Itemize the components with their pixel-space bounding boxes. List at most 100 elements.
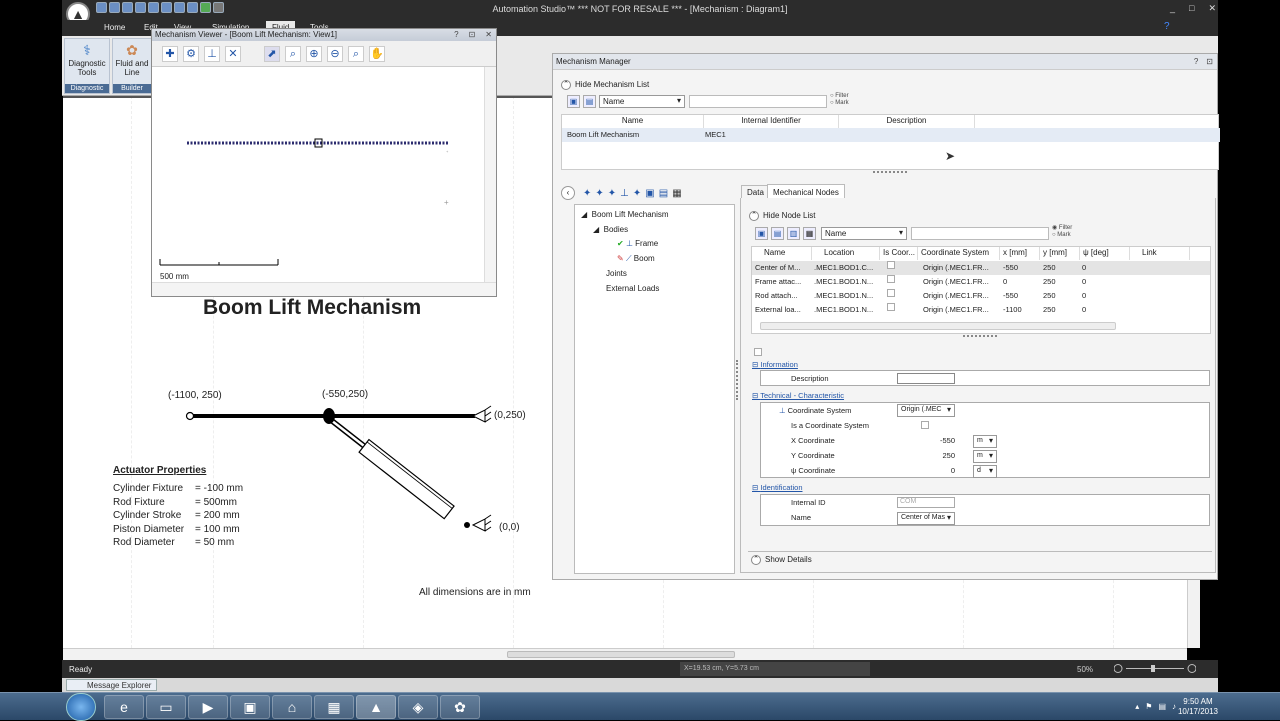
column-header[interactable]: ψ [deg] <box>1080 247 1130 260</box>
start-button[interactable] <box>66 693 96 721</box>
column-header[interactable]: Description <box>839 115 975 128</box>
copy-icon[interactable] <box>148 2 159 13</box>
copy-mechanism-icon[interactable]: ▤ <box>583 95 596 108</box>
is-coord-system-checkbox[interactable] <box>921 421 929 429</box>
table-row[interactable]: Boom Lift Mechanism MEC1 <box>562 128 1220 142</box>
tray-arrow-icon[interactable]: ▴ <box>1135 702 1139 711</box>
psi-unit-select[interactable]: d <box>973 465 997 478</box>
zoom-box-icon[interactable]: ⌕ <box>285 46 301 62</box>
internal-id-field[interactable]: COM <box>897 497 955 508</box>
mechanism-filter-input[interactable] <box>689 95 827 108</box>
splitter-grip[interactable] <box>963 335 997 337</box>
zoom-fit-icon[interactable]: ⌕ <box>348 46 364 62</box>
manager-pin-icon[interactable]: ⊡ <box>1206 57 1213 66</box>
taskbar-media-icon[interactable]: ▶ <box>188 695 228 719</box>
tree-item-bodies[interactable]: ◢ Bodies <box>593 225 628 234</box>
description-field[interactable] <box>897 373 955 384</box>
copy-node-icon[interactable]: ▣ <box>645 188 654 199</box>
add-node-list-icon[interactable]: ▣ <box>755 227 768 240</box>
x-coord-value[interactable]: -550 <box>901 433 955 448</box>
clock[interactable]: 9:50 AM 10/17/2013 <box>1178 697 1218 717</box>
tree-item-root[interactable]: ◢ Boom Lift Mechanism <box>581 210 669 219</box>
table-row[interactable]: Frame attac... .MEC1.BOD1.N... Origin (.… <box>752 275 1210 289</box>
zoom-out-icon[interactable]: ⊖ <box>327 46 343 62</box>
add-joint-icon[interactable]: ✦ <box>608 188 616 199</box>
psi-coord-value[interactable]: 0 <box>901 463 955 478</box>
splitter-grip[interactable] <box>873 171 907 174</box>
help-icon[interactable]: ? <box>1164 21 1170 32</box>
table-row[interactable]: Center of M... .MEC1.BOD1.C... Origin (.… <box>752 261 1210 275</box>
is-coord-checkbox[interactable] <box>887 303 895 311</box>
is-coord-checkbox[interactable] <box>887 275 895 283</box>
tray-network-icon[interactable]: ▤ <box>1158 702 1166 711</box>
add-load-icon[interactable]: ✦ <box>633 188 641 199</box>
node-filter-input[interactable] <box>911 227 1049 240</box>
manager-help-icon[interactable]: ? <box>1194 57 1198 66</box>
pan-hand-icon[interactable]: ✋ <box>369 46 385 62</box>
taskbar-photo-icon[interactable]: ▦ <box>314 695 354 719</box>
duplicate-node-icon[interactable]: ▥ <box>787 227 800 240</box>
zoom-in-icon[interactable]: ⊕ <box>306 46 322 62</box>
taskbar-automation-studio-icon[interactable]: ▲ <box>356 695 396 719</box>
new-icon[interactable] <box>96 2 107 13</box>
undo-icon[interactable] <box>174 2 185 13</box>
column-header[interactable]: Name <box>562 115 704 128</box>
mechanism-filter-select[interactable]: Name <box>599 95 685 108</box>
column-header[interactable]: Internal Identifier <box>704 115 839 128</box>
section-technical[interactable]: ⊟ Technical - Characteristic <box>752 391 844 400</box>
fit-icon[interactable]: ✕ <box>225 46 241 62</box>
add-body-icon[interactable]: ✦ <box>595 188 603 199</box>
section-identification[interactable]: ⊟ Identification <box>752 483 803 492</box>
back-icon[interactable]: ‹ <box>561 186 575 200</box>
viewer-horizontal-scrollbar[interactable] <box>152 282 496 296</box>
tree-item-joints[interactable]: Joints <box>606 269 627 278</box>
is-coord-checkbox[interactable] <box>887 289 895 297</box>
vertical-splitter[interactable] <box>736 360 739 400</box>
add-node-icon[interactable]: ✦ <box>583 188 591 199</box>
column-header[interactable]: Name <box>752 247 812 260</box>
fluid-line-manager-button[interactable]: ✿ Fluid and Line Mana... Builder <box>112 38 152 94</box>
taskbar-explorer-icon[interactable]: ▭ <box>146 695 186 719</box>
viewer-canvas[interactable]: + + 500 mm <box>152 67 486 284</box>
redo-icon[interactable] <box>187 2 198 13</box>
taskbar-flower-icon[interactable]: ✿ <box>440 695 480 719</box>
taskbar-pdf-icon[interactable]: ⌂ <box>272 695 312 719</box>
name-field[interactable]: Center of Mas <box>897 512 955 525</box>
stop-icon[interactable] <box>213 2 224 13</box>
table-row[interactable]: External loa... .MEC1.BOD1.N... Origin (… <box>752 303 1210 317</box>
save-icon[interactable] <box>122 2 133 13</box>
x-unit-select[interactable]: m <box>973 435 997 448</box>
y-unit-select[interactable]: m <box>973 450 997 463</box>
viewer-close-button[interactable]: ✕ <box>485 30 492 39</box>
table-row[interactable]: Rod attach... .MEC1.BOD1.N... Origin (.M… <box>752 289 1210 303</box>
link-icon[interactable]: ⚙ <box>183 46 199 62</box>
hide-node-list-toggle[interactable]: ⌃ Hide Node List <box>749 211 815 221</box>
play-icon[interactable] <box>200 2 211 13</box>
add-mechanism-icon[interactable]: ▣ <box>567 95 580 108</box>
show-details-toggle[interactable]: ⌃ Show Details <box>748 551 1212 567</box>
taskbar-app-icon[interactable]: ▣ <box>230 695 270 719</box>
coord-system-select[interactable]: Origin (.MEC <box>897 404 955 417</box>
add-coord-icon[interactable]: ⊥ <box>620 188 629 199</box>
node-filter-select[interactable]: Name <box>821 227 907 240</box>
props-toolbar-icon[interactable] <box>754 348 762 356</box>
close-button[interactable]: ✕ <box>1208 3 1216 14</box>
tree-item-frame[interactable]: ✔ ⊥ Frame <box>617 239 658 248</box>
paste-node-icon[interactable]: ▤ <box>659 188 668 199</box>
tree-item-boom[interactable]: ✎ ⟋ Boom <box>617 254 655 264</box>
canvas-horizontal-scrollbar[interactable] <box>63 648 1187 660</box>
taskbar-ie-icon[interactable]: e <box>104 695 144 719</box>
node-table-scrollbar[interactable] <box>760 322 1116 330</box>
zoom-slider[interactable] <box>1114 664 1196 673</box>
minimize-button[interactable]: _ <box>1170 3 1175 14</box>
taskbar-cube-icon[interactable]: ◈ <box>398 695 438 719</box>
column-header[interactable]: Coordinate System <box>918 247 1000 260</box>
scroll-thumb[interactable] <box>507 651 735 658</box>
print-icon[interactable] <box>135 2 146 13</box>
viewer-help-button[interactable]: ? <box>454 30 458 39</box>
message-explorer-tab[interactable]: Message Explorer <box>66 679 158 691</box>
diagnostic-tools-button[interactable]: ⚕ Diagnostic Tools Diagnostic <box>64 38 110 94</box>
column-header[interactable]: Link <box>1130 247 1190 260</box>
tab-home[interactable]: Home <box>104 23 125 32</box>
tree-item-external-loads[interactable]: External Loads <box>606 284 659 293</box>
